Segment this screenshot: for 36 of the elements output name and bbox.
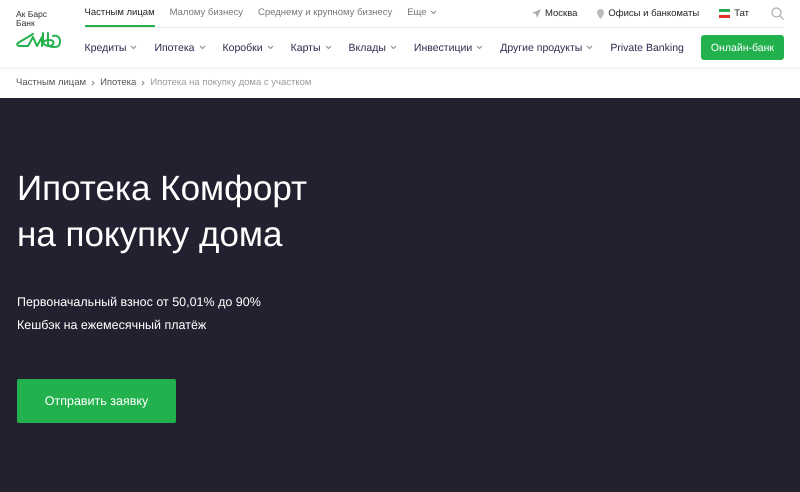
segment-tab[interactable]: Частным лицам [84,0,155,27]
segment-tab[interactable]: Среднему и крупному бизнесу [258,0,392,27]
nav-item[interactable]: Коробки [222,42,274,54]
chevron-icon [390,45,397,50]
chevron-right-icon [91,80,96,86]
chevron-icon [586,45,594,50]
hero-title: Ипотека Комфорт на покупку дома [17,168,308,256]
chevron-right-icon [141,80,146,86]
chevron-icon [130,45,138,50]
top-link[interactable]: Москва [532,0,578,27]
nav-item[interactable]: Вклады [348,42,397,54]
nav-item[interactable]: Другие продукты [500,42,594,54]
chevron-icon [324,45,332,50]
breadcrumb-link[interactable]: Частным лицам [16,77,86,88]
chevron-icon [266,45,274,50]
logo-text: Ак Барс [16,10,48,19]
nav-item[interactable]: Private Banking [610,42,684,54]
breadcrumb-link[interactable]: Ипотека [100,77,136,88]
top-link[interactable]: Офисы и банкоматы [597,0,700,27]
logo-text: Банк [16,19,35,28]
feature-text: Первоначальный взнос от 50,01% до 90% [17,294,262,310]
navigation-arrow-icon [532,9,541,18]
nav-item[interactable]: Инвестиции [414,42,484,54]
segment-tab[interactable]: Еще [407,0,437,27]
chevron-icon [476,45,484,50]
nav-item[interactable]: Ипотека [154,42,206,54]
nav-item[interactable]: Карты [290,42,332,54]
top-link[interactable]: Тат [719,0,749,27]
segment-tab[interactable]: Малому бизнесу [170,0,244,27]
nav-item[interactable]: Кредиты [84,42,138,54]
search-icon[interactable] [771,7,784,20]
flag-icon [719,9,730,18]
feature-text: Кешбэк на ежемесячный платёж [17,317,208,333]
map-pin-icon [597,8,604,18]
chevron-icon [198,45,206,50]
chevron-icon [430,10,437,15]
